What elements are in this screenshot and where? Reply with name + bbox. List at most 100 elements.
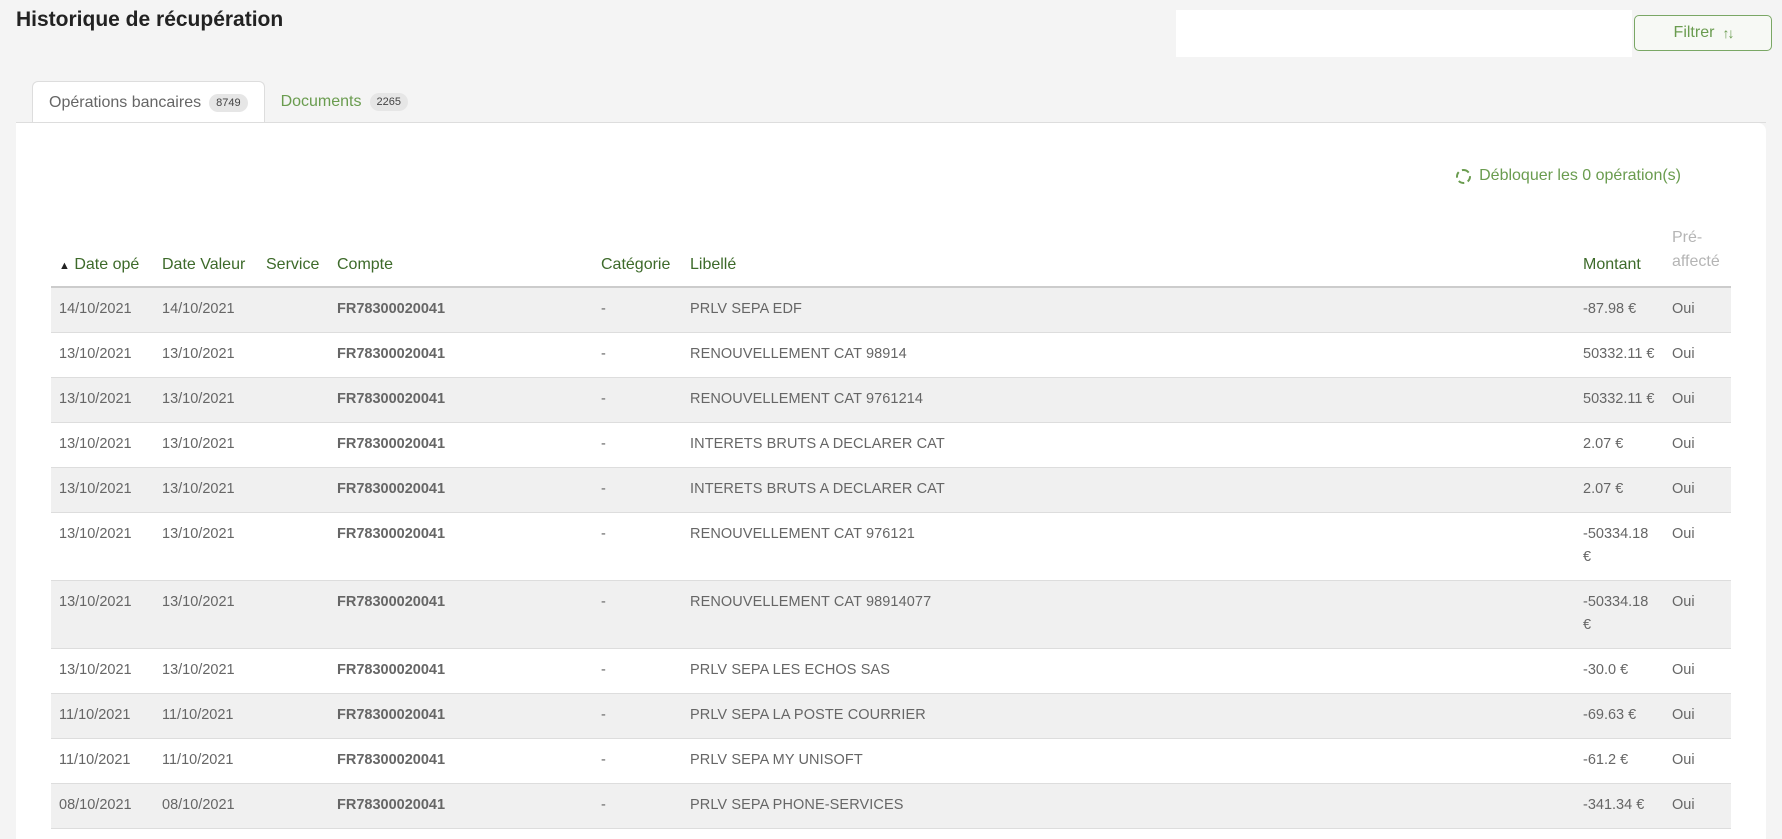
cell-montant: -50334.18 € <box>1575 512 1664 581</box>
cell-pre-affecte: Oui <box>1664 377 1731 423</box>
cell-service <box>258 648 329 694</box>
cell-date-valeur: 13/10/2021 <box>154 422 258 468</box>
column-header-date-valeur[interactable]: Date Valeur <box>154 226 258 288</box>
cell-pre-affecte: Oui <box>1664 580 1731 649</box>
table-row[interactable]: 11/10/2021 11/10/2021 FR78300020041- PRLV S… <box>51 738 1731 784</box>
cell-compte: FR78300020041 <box>329 422 593 468</box>
cell-date-ope: 13/10/2021 <box>51 422 154 468</box>
cell-categorie: - <box>593 332 682 378</box>
table-row[interactable]: 13/10/2021 13/10/2021 FR78300020041- INTERE… <box>51 467 1731 513</box>
cell-categorie: - <box>593 580 682 649</box>
table-row[interactable]: 11/10/2021 11/10/2021 FR78300020041- PRLV S… <box>51 693 1731 739</box>
cell-pre-affecte: Oui <box>1664 422 1731 468</box>
cell-compte: FR78300020041 <box>329 693 593 739</box>
column-header-categorie[interactable]: Catégorie <box>593 226 682 288</box>
table-row[interactable]: 13/10/2021 13/10/2021 FR78300020041- INTERE… <box>51 422 1731 468</box>
cell-categorie: - <box>593 377 682 423</box>
cell-date-ope: 13/10/2021 <box>51 580 154 649</box>
header-label: affecté <box>1672 253 1720 270</box>
cell-date-ope: 13/10/2021 <box>51 648 154 694</box>
table-row[interactable]: 13/10/2021 13/10/2021 FR78300020041- RENOUV… <box>51 332 1731 378</box>
cell-libelle: INTERETS BRUTS A DECLARER CAT <box>682 422 1575 468</box>
cell-service <box>258 783 329 829</box>
cell-libelle: RENOUVELLEMENT CAT 98914 <box>682 332 1575 378</box>
cell-categorie: - <box>593 738 682 784</box>
column-header-date-ope[interactable]: ▲ Date opé <box>51 226 154 288</box>
cell-date-ope: 11/10/2021 <box>51 738 154 784</box>
count-badge: 2265 <box>369 92 408 111</box>
filter-label: Filtrer <box>1673 24 1715 41</box>
cell-service <box>258 580 329 649</box>
cell-libelle: RENOUVELLEMENT CAT 976121 <box>682 512 1575 581</box>
cell-date-valeur: 13/10/2021 <box>154 377 258 423</box>
cell-date-valeur: 13/10/2021 <box>154 332 258 378</box>
table-row[interactable]: 13/10/2021 13/10/2021 FR78300020041- RENOUV… <box>51 512 1731 581</box>
cell-compte: FR78300020041 <box>329 287 593 333</box>
header-label: Pré- <box>1672 229 1703 246</box>
cell-montant: -61.2 € <box>1575 738 1664 784</box>
cell-montant: -30.0 € <box>1575 648 1664 694</box>
cell-service <box>258 422 329 468</box>
cell-libelle: PRLV SEPA MY UNISOFT <box>682 738 1575 784</box>
table-row[interactable]: 14/10/2021 14/10/2021 FR78300020041- PRLV S… <box>51 287 1731 333</box>
cell-pre-affecte: Oui <box>1664 467 1731 513</box>
cell-service <box>258 332 329 378</box>
cell-pre-affecte: Oui <box>1664 287 1731 333</box>
cell-compte: FR78300020041 <box>329 377 593 423</box>
cell-montant: 50332.11 € <box>1575 377 1664 423</box>
unlock-operations-button[interactable]: Débloquer les 0 opération(s) <box>1456 167 1681 185</box>
cell-service <box>258 738 329 784</box>
column-header-libelle[interactable]: Libellé <box>682 226 1575 288</box>
table-row[interactable]: 13/10/2021 13/10/2021 FR78300020041- RENOUV… <box>51 580 1731 649</box>
cell-service <box>258 512 329 581</box>
cell-service <box>258 377 329 423</box>
cell-date-valeur: 13/10/2021 <box>154 467 258 513</box>
cell-montant: 2.07 € <box>1575 422 1664 468</box>
cell-date-valeur: 13/10/2021 <box>154 512 258 581</box>
column-header-compte[interactable]: Compte <box>329 226 593 288</box>
cell-date-ope: 13/10/2021 <box>51 377 154 423</box>
cell-compte: FR78300020041 <box>329 738 593 784</box>
cell-pre-affecte: Oui <box>1664 738 1731 784</box>
unlock-label: Débloquer les 0 opération(s) <box>1479 167 1681 184</box>
cell-libelle: RENOUVELLEMENT CAT 9761214 <box>682 377 1575 423</box>
cell-compte: FR78300020041 <box>329 512 593 581</box>
cell-date-valeur: 11/10/2021 <box>154 738 258 784</box>
page-title: Historique de récupération <box>16 8 284 31</box>
cell-date-valeur: 13/10/2021 <box>154 580 258 649</box>
table-row[interactable]: 08/10/2021 08/10/2021 FR78300020041- PRLV S… <box>51 783 1731 829</box>
cell-date-valeur: 08/10/2021 <box>154 783 258 829</box>
cell-compte: FR78300020041 <box>329 783 593 829</box>
table-row[interactable]: 13/10/2021 13/10/2021 FR78300020041- RENOUV… <box>51 377 1731 423</box>
tab-operations-bancaires[interactable]: Opérations bancaires 8749 <box>32 81 265 124</box>
cell-categorie: - <box>593 512 682 581</box>
search-input[interactable] <box>1176 10 1632 57</box>
cell-categorie: - <box>593 783 682 829</box>
cell-categorie: - <box>593 467 682 513</box>
cell-service <box>258 467 329 513</box>
tab-label: Opérations bancaires <box>49 94 202 111</box>
table-row[interactable]: 13/10/2021 13/10/2021 FR78300020041- PRLV S… <box>51 648 1731 694</box>
cell-date-ope: 08/10/2021 <box>51 783 154 829</box>
count-badge: 8749 <box>209 94 248 112</box>
cell-pre-affecte: Oui <box>1664 783 1731 829</box>
cell-pre-affecte: Oui <box>1664 512 1731 581</box>
cell-montant: -69.63 € <box>1575 693 1664 739</box>
cell-date-valeur: 13/10/2021 <box>154 648 258 694</box>
filter-button[interactable]: Filtrer ↑↓ <box>1634 15 1772 51</box>
table-header-row: ▲ Date opé Date Valeur Service Compte Ca… <box>51 226 1731 288</box>
sort-icon: ↑↓ <box>1722 25 1734 41</box>
column-header-service[interactable]: Service <box>258 226 329 288</box>
cell-categorie: - <box>593 648 682 694</box>
cell-libelle: PRLV SEPA LES ECHOS SAS <box>682 648 1575 694</box>
cell-libelle: INTERETS BRUTS A DECLARER CAT <box>682 467 1575 513</box>
cell-categorie: - <box>593 693 682 739</box>
cell-montant: -341.34 € <box>1575 783 1664 829</box>
tabs: Opérations bancaires 8749 Documents 2265 <box>32 81 424 124</box>
column-header-montant[interactable]: Montant <box>1575 226 1664 288</box>
cell-montant: -87.98 € <box>1575 287 1664 333</box>
cell-libelle: RENOUVELLEMENT CAT 98914077 <box>682 580 1575 649</box>
cell-service <box>258 693 329 739</box>
cell-compte: FR78300020041 <box>329 648 593 694</box>
tab-documents[interactable]: Documents 2265 <box>265 81 424 122</box>
